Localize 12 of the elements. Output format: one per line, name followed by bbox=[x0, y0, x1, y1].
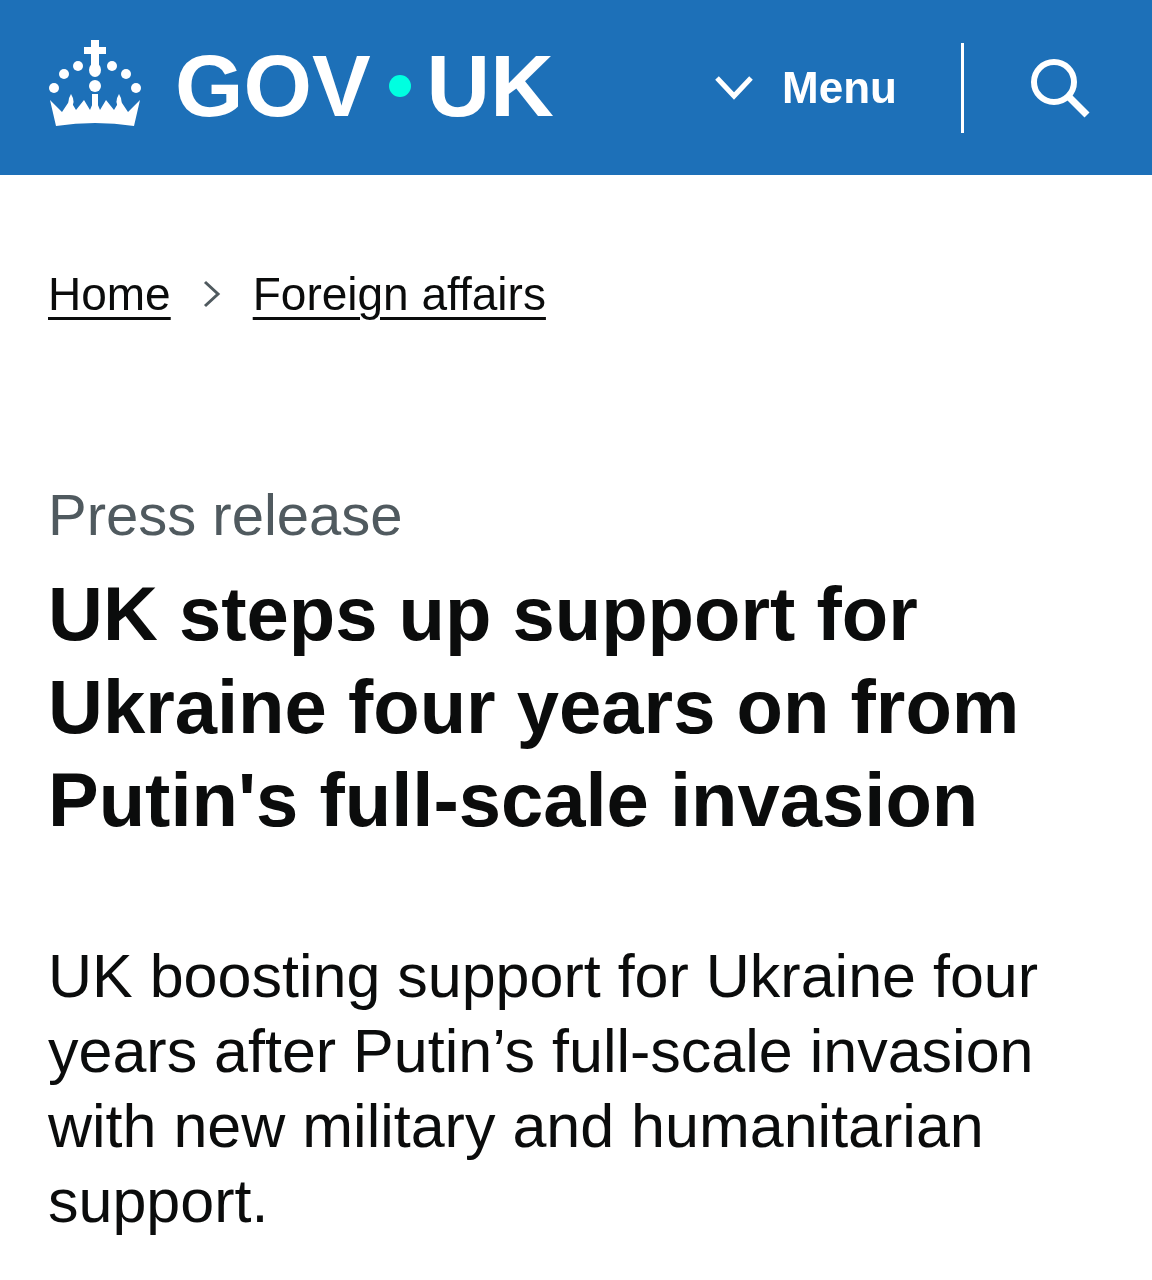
document-type-caption: Press release bbox=[48, 481, 404, 549]
lead-paragraph: UK boosting support for Ukraine four years after Putin’s full-scale invasion with new military and humanitarian support. bbox=[48, 941, 1040, 1237]
govuk-logo-link[interactable]: GOV UK bbox=[48, 39, 554, 136]
chevron-down-icon bbox=[714, 75, 755, 100]
chevron-right-icon bbox=[202, 280, 221, 308]
menu-button[interactable]: Menu bbox=[714, 65, 897, 110]
search-icon bbox=[1030, 57, 1090, 118]
page-title: UK steps up support for Ukraine four years on from Putin's full-scale invasion bbox=[48, 570, 1021, 844]
search-button[interactable] bbox=[1030, 57, 1090, 118]
breadcrumb-link[interactable]: Home bbox=[48, 264, 171, 324]
breadcrumb-link[interactable]: Foreign affairs bbox=[252, 264, 546, 324]
dot-icon bbox=[388, 74, 411, 97]
